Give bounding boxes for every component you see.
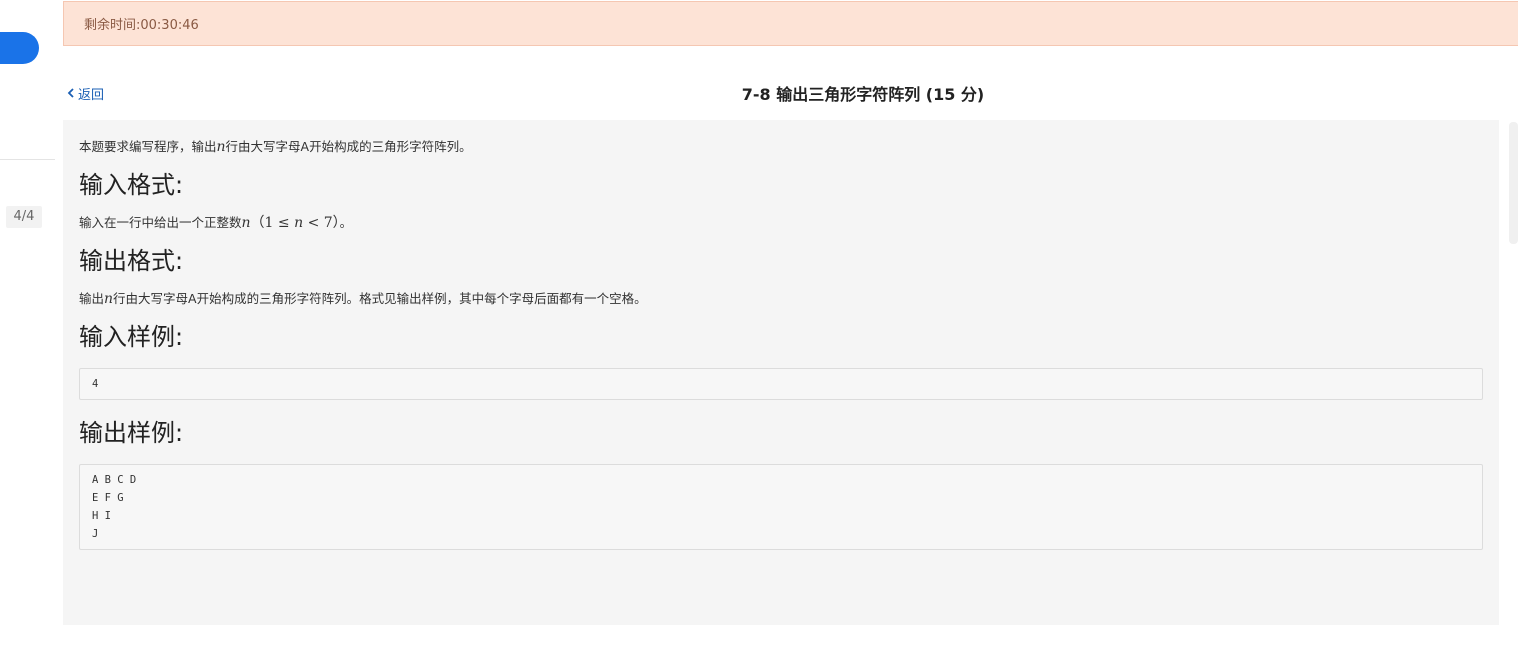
problem-description: 本题要求编写程序，输出n行由大写字母A开始构成的三角形字符阵列。 输入格式: 输…	[63, 120, 1499, 625]
math-range-open: （1 ≤	[250, 215, 295, 231]
input-format-text: 输入在一行中给出一个正整数n（1 ≤ n < 7）。	[79, 214, 1483, 232]
input-format-text-end: 。	[339, 215, 353, 230]
output-sample-heading: 输出样例:	[79, 419, 184, 447]
code-line: A B C D	[92, 474, 137, 486]
code-line: H I	[92, 510, 111, 522]
output-format-heading: 输出格式:	[79, 247, 184, 275]
back-label: 返回	[78, 87, 105, 103]
sidebar-divider	[0, 159, 55, 160]
output-format-text: 输出n行由大写字母A开始构成的三角形字符阵列。格式见输出样例，其中每个字母后面都…	[79, 290, 1483, 308]
scrollbar[interactable]	[1509, 122, 1518, 244]
code-line: J	[92, 528, 99, 540]
page-title: 7-8 输出三角形字符阵列 (15 分)	[63, 81, 1518, 105]
question-counter: 4/4	[6, 206, 42, 228]
back-button[interactable]: 返回	[67, 83, 104, 103]
input-format-text-start: 输入在一行中给出一个正整数	[79, 215, 242, 230]
input-sample-heading: 输入样例:	[79, 323, 184, 351]
input-sample-block: 4	[79, 368, 1483, 400]
intro-text-end: 行由大写字母A开始构成的三角形字符阵列。	[225, 139, 472, 154]
math-var: n	[104, 291, 114, 307]
output-sample-block: A B C D E F G H I J	[79, 464, 1483, 550]
intro-text: 本题要求编写程序，输出	[79, 139, 217, 154]
math-var: n	[241, 215, 251, 231]
problem-intro: 本题要求编写程序，输出n行由大写字母A开始构成的三角形字符阵列。	[79, 138, 1483, 156]
chevron-left-icon	[67, 88, 75, 98]
sidebar-active-item[interactable]	[0, 32, 39, 64]
code-line: E F G	[92, 492, 124, 504]
timer-banner: 剩余时间:00:30:46	[63, 1, 1518, 46]
output-format-text-end: 行由大写字母A开始构成的三角形字符阵列。格式见输出样例，其中每个字母后面都有一个…	[113, 291, 647, 306]
problem-title: 7-8 输出三角形字符阵列 (15 分)	[741, 85, 985, 104]
remaining-time: 剩余时间:00:30:46	[84, 18, 199, 33]
math-var: n	[294, 215, 304, 231]
math-range-close: < 7）	[303, 215, 340, 231]
output-format-text-start: 输出	[79, 291, 105, 306]
code-line: 4	[92, 378, 99, 390]
math-var: n	[216, 139, 226, 155]
input-format-heading: 输入格式:	[79, 171, 184, 199]
